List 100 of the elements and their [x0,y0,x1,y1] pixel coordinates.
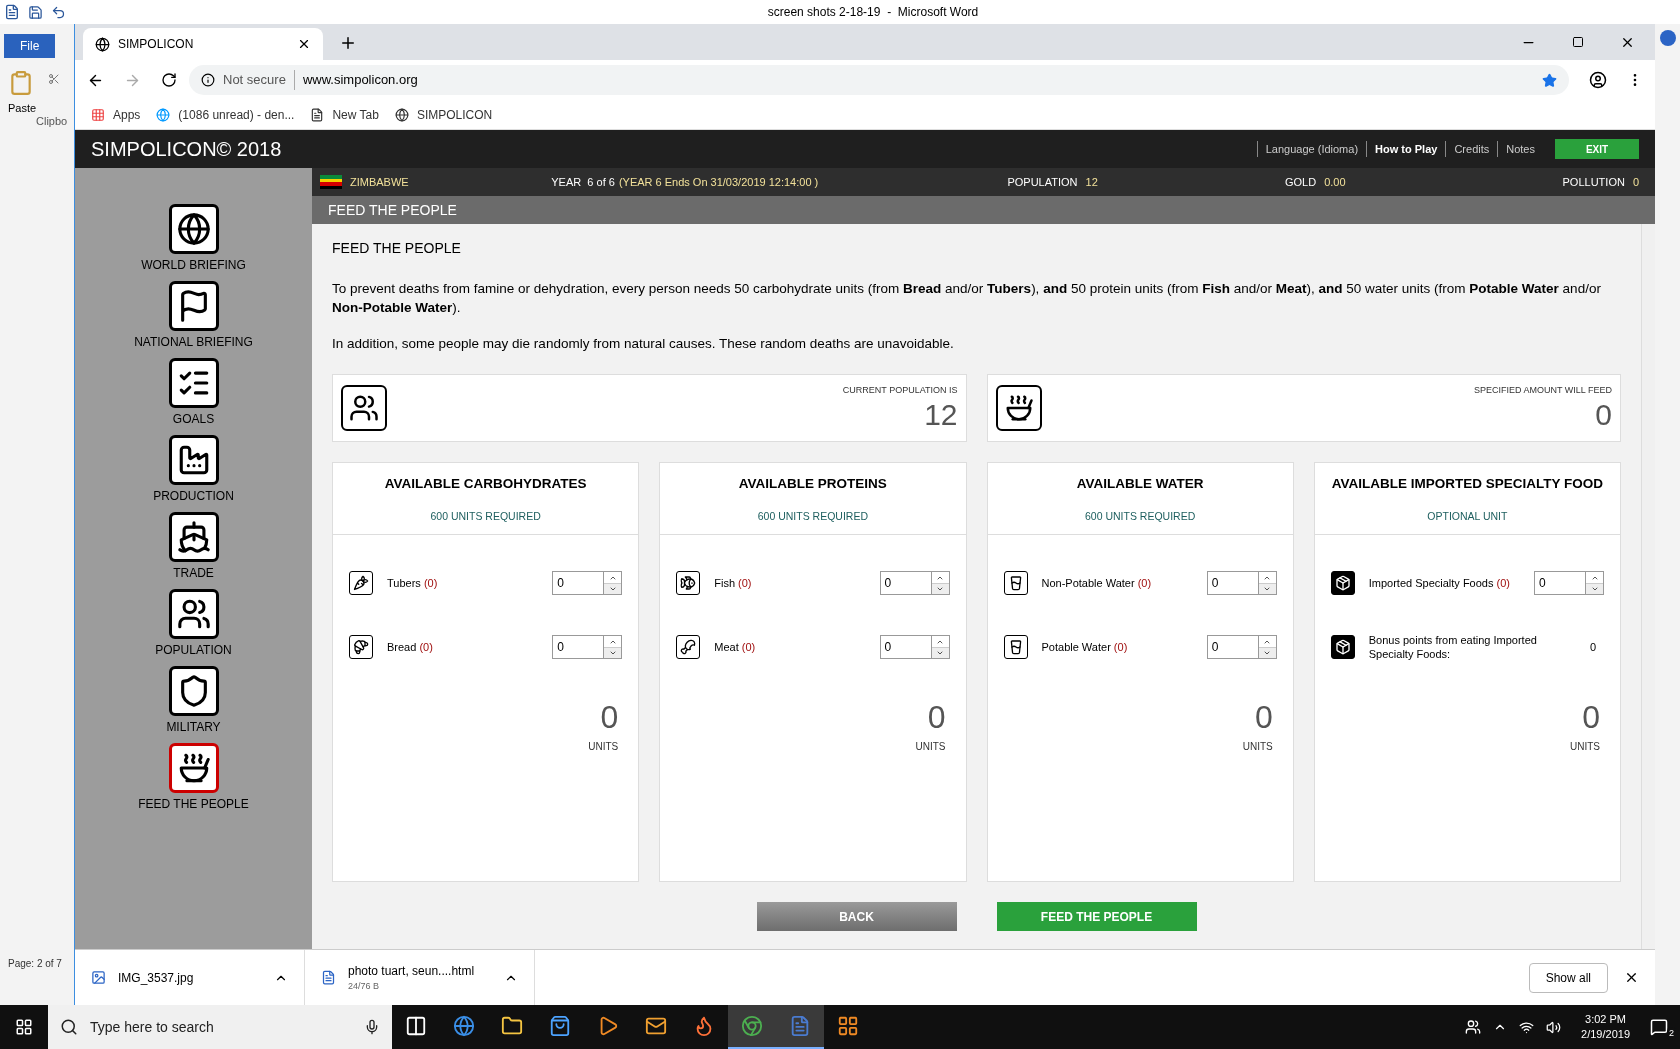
bonus-value: 0 [1589,640,1597,655]
maximize-icon[interactable] [1572,36,1584,48]
card-title: AVAILABLE PROTEINS [738,475,887,494]
sidebar-item[interactable]: POPULATION [93,589,294,659]
scissors-icon[interactable] [48,72,60,85]
number-field[interactable]: 0 [552,571,605,596]
units-total: 0 [600,699,619,736]
window-title: screen shots 2-18-19 - Microsoft Word [767,4,979,21]
sidebar-label: GOALS [172,411,215,428]
chrome-icon [741,1015,763,1037]
grid-icon [91,107,105,122]
group-label: Clipbo [35,113,68,129]
people-icon [176,597,211,631]
stat-label: POLLUTION [1562,174,1625,190]
site-brand: SIMPOLICON© 2018 [91,137,282,162]
spin-buttons[interactable] [1586,571,1604,596]
sidebar-item[interactable]: TRADE [93,512,294,582]
number-field[interactable]: 0 [1206,635,1259,660]
number-field[interactable]: 0 [1534,571,1586,596]
file-tab[interactable]: File [4,34,56,58]
help-icon[interactable] [1659,30,1676,46]
spin-buttons[interactable] [604,635,623,660]
units-label: UNITS [1242,740,1273,755]
people-icon[interactable] [1465,1019,1482,1035]
food-label: Meat (0) [714,640,756,655]
save-icon[interactable] [28,4,43,20]
volume-icon[interactable] [1546,1019,1562,1035]
url-text: www.simpolicon.org [302,71,418,90]
section-title: FEED THE PEOPLE [328,200,457,220]
show-all-button[interactable]: Show all [1528,962,1608,993]
card-subtitle: 600 UNITS REQUIRED [430,508,541,524]
units-total: 0 [1582,699,1600,736]
card-title: AVAILABLE WATER [1076,475,1204,494]
sidebar-item[interactable]: FEED THE PEOPLE [93,743,294,813]
browser-tab[interactable]: SIMPOLICON [83,28,323,60]
year-label: YEAR 6 of 6 [551,174,615,190]
summary-label: CURRENT POPULATION IS [842,383,958,397]
reload-icon[interactable] [161,72,177,88]
food-label: Imported Specialty Foods (0) [1368,576,1510,591]
tiles-icon [837,1015,859,1037]
notifications-icon[interactable] [1650,1018,1668,1036]
html-file-icon [321,970,336,985]
globe-icon [394,107,409,122]
new-tab-icon[interactable] [339,34,357,52]
sidebar-label: FEED THE PEOPLE [138,796,249,813]
nav-link[interactable]: Language (Idioma) [1256,140,1367,158]
sidebar-item[interactable]: WORLD BRIEFING [93,204,294,274]
sidebar-label: MILITARY [166,719,221,736]
nav-link[interactable]: How to Play [1366,140,1446,158]
card-subtitle: 600 UNITS REQUIRED [1085,508,1196,524]
browser-icon [453,1015,475,1037]
close-icon[interactable] [1624,970,1639,985]
word-icon [4,4,20,20]
nav-link[interactable]: Credits [1445,140,1498,158]
summary-value: 0 [1595,397,1612,433]
globe-icon [176,212,211,246]
food-label: Non-Potable Water (0) [1041,576,1152,591]
globe-icon [156,107,171,122]
sidebar-label: WORLD BRIEFING [141,257,246,274]
intro-paragraph: To prevent deaths from famine or dehydration, every person needs 50 carbohydrate units (from Bread and/or Tubers), and 50 protein units (from Fish and/or Meat), and 50 water units (from Potable Water and/or Non-Potable Water). [332,280,1602,317]
taskbar-search[interactable]: Type here to search [48,1005,392,1049]
close-icon[interactable] [297,37,311,51]
back-button[interactable]: BACK [756,902,957,932]
sidebar-item[interactable]: PRODUCTION [93,435,294,505]
search-icon [60,1018,78,1036]
nav-link[interactable]: Notes [1497,140,1543,158]
bookmark[interactable]: SIMPOLICON [394,105,493,124]
sidebar-item[interactable]: MILITARY [93,666,294,736]
card-subtitle: 600 UNITS REQUIRED [757,508,868,524]
bookmark[interactable]: (1086 unread) - den... [156,105,295,124]
sidebar-item[interactable]: GOALS [93,358,294,428]
microphone-icon[interactable] [364,1019,380,1035]
globe-icon [95,36,110,52]
number-field[interactable]: 0 [1206,571,1259,596]
units-label: UNITS [588,740,619,755]
units-label: UNITS [1570,740,1600,755]
network-icon[interactable] [1519,1019,1535,1035]
stat-label: POPULATION [1007,174,1078,190]
units-total: 0 [927,699,946,736]
page-status: Page: 2 of 7 [8,956,62,971]
sidebar-item[interactable]: NATIONAL BRIEFING [93,281,294,351]
number-field[interactable]: 0 [879,571,932,596]
summary-label: SPECIFIED AMOUNT WILL FEED [1473,383,1612,397]
address-bar[interactable]: Not secure www.simpolicon.org [189,65,1569,95]
bookmark[interactable]: Apps [91,105,141,124]
bookmark-star-icon[interactable] [1542,72,1557,88]
paste-label[interactable]: Paste [8,100,37,117]
units-label: UNITS [915,740,946,755]
page-icon [310,107,325,122]
spin-buttons[interactable] [604,571,623,596]
sidebar-label: PRODUCTION [153,488,234,505]
task-view-icon [405,1015,427,1037]
bookmark[interactable]: New Tab [310,105,379,124]
number-field[interactable]: 0 [879,635,932,660]
number-field[interactable]: 0 [552,635,605,660]
image-file-icon [91,970,106,985]
profile-icon[interactable] [1589,71,1607,89]
windows-start-icon[interactable] [15,1018,33,1036]
card-title: AVAILABLE IMPORTED SPECIALTY FOOD [1331,475,1603,494]
undo-icon[interactable] [51,4,66,20]
